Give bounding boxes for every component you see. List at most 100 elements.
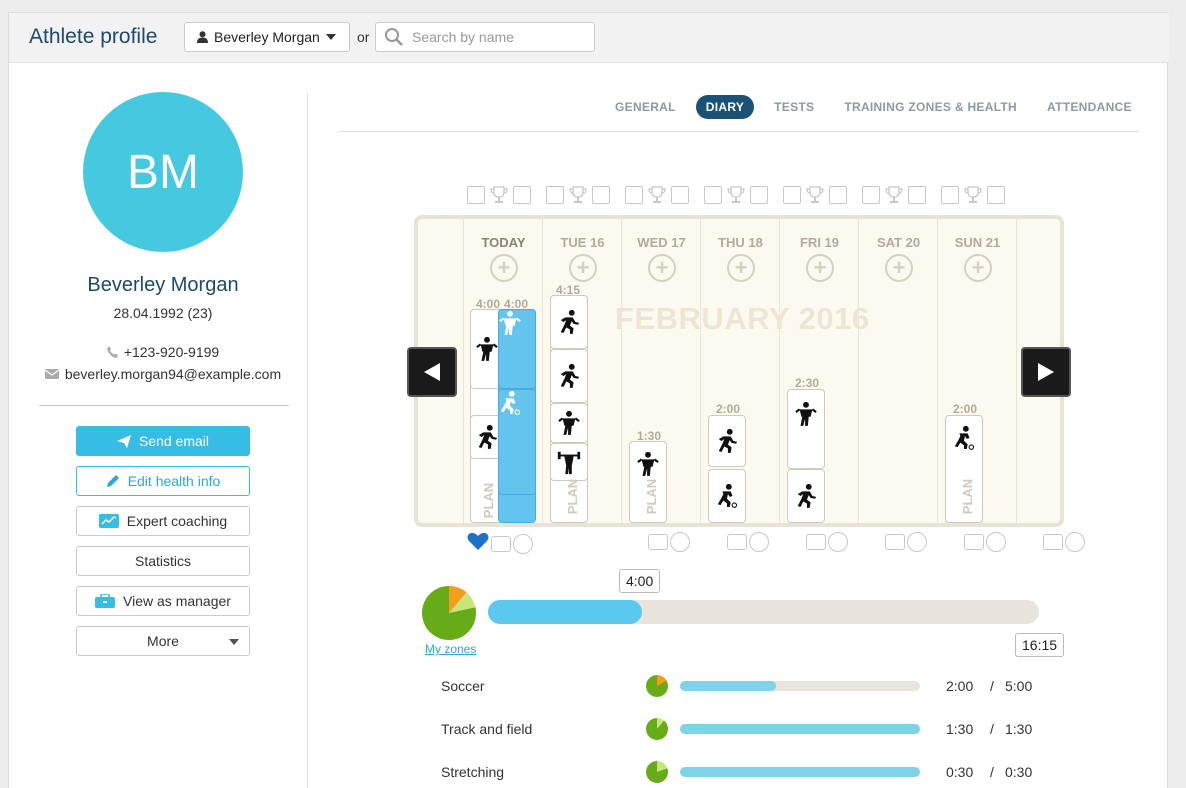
search-input[interactable] [412,29,582,45]
view-as-manager-label: View as manager [123,593,231,609]
trophy-icon[interactable] [963,186,983,204]
day-status-icons [546,186,610,204]
sport-name: Track and field [441,721,533,737]
email-address[interactable]: beverley.morgan94@example.com [65,366,281,382]
app-frame: Athlete profile Beverley Morgan or BM Be… [8,12,1169,788]
calendar-icon[interactable] [862,186,880,204]
checkbox-icon[interactable] [671,186,689,204]
heart-icon[interactable] [467,532,489,555]
day-feedback [727,532,769,552]
checkbox-icon[interactable] [513,186,531,204]
trophy-icon[interactable] [647,186,667,204]
plus-icon[interactable]: + [569,254,597,282]
phone-number: +123-920-9199 [123,344,220,360]
day-label: SAT 20 [876,235,921,250]
activity-card[interactable] [787,469,825,523]
comment-icon[interactable] [806,534,826,550]
plus-icon[interactable]: + [648,254,676,282]
sidebar-divider [307,93,308,788]
comment-icon[interactable] [727,534,747,550]
email-row: beverley.morgan94@example.com [9,366,317,382]
plus-icon[interactable]: + [490,254,518,282]
comment-icon[interactable] [1043,534,1063,550]
duration-label: 2:00 [716,402,741,416]
phone-icon [106,346,118,358]
checkbox-icon[interactable] [908,186,926,204]
rating-circle-icon[interactable] [670,532,690,552]
weightlifting-icon [557,451,581,475]
page-title: Athlete profile [29,25,158,48]
comment-icon[interactable] [491,535,511,552]
rating-circle-icon[interactable] [828,532,848,552]
day-status-icons [941,186,1005,204]
activity-card[interactable] [708,469,746,523]
trophy-icon[interactable] [726,186,746,204]
trophy-icon[interactable] [884,186,904,204]
plus-icon[interactable]: + [727,254,755,282]
send-email-button[interactable]: Send email [76,426,250,456]
sport-separator: / [990,764,994,780]
or-label: or [357,29,370,45]
tab-tests[interactable]: TESTS [764,95,824,119]
tab-general[interactable]: GENERAL [605,95,686,119]
athlete-select[interactable]: Beverley Morgan [184,22,350,52]
tab-attendance[interactable]: ATTENDANCE [1037,95,1142,119]
completed-card[interactable] [498,309,536,389]
activity-card[interactable] [550,295,588,349]
tab-diary[interactable]: DIARY [695,95,755,119]
rating-circle-icon[interactable] [749,532,769,552]
trophy-icon[interactable] [489,186,509,204]
checkbox-icon[interactable] [592,186,610,204]
sport-row-soccer: Soccer 2:00 / 5:00 [441,675,1041,699]
edit-health-button[interactable]: Edit health info [76,466,250,496]
checkbox-icon[interactable] [829,186,847,204]
rating-circle-icon[interactable] [1065,532,1085,552]
strength-icon [476,336,498,361]
view-as-manager-button[interactable]: View as manager [76,586,250,616]
search-box[interactable] [375,22,595,52]
runner-icon [718,428,738,453]
checkbox-icon[interactable] [750,186,768,204]
calendar-icon[interactable] [625,186,643,204]
plus-icon[interactable]: + [885,254,913,282]
more-dropdown[interactable]: More [76,626,250,656]
briefcase-icon [95,594,116,608]
plus-icon[interactable]: + [964,254,992,282]
trophy-icon[interactable] [568,186,588,204]
day-label: TUE 16 [560,235,605,250]
rating-circle-icon[interactable] [907,532,927,552]
tab-training-zones[interactable]: TRAINING ZONES & HEALTH [834,95,1027,119]
zones-pie-chart[interactable] [422,586,476,640]
activity-card[interactable] [550,349,588,403]
expert-coaching-button[interactable]: Expert coaching [76,506,250,536]
previous-week-button[interactable] [407,347,457,397]
comment-icon[interactable] [648,534,668,550]
sport-total-time: 0:30 [1005,764,1033,780]
sport-total-time: 1:30 [1005,721,1033,737]
checkbox-icon[interactable] [987,186,1005,204]
comment-icon[interactable] [885,534,905,550]
calendar-icon[interactable] [467,186,485,204]
completed-card[interactable] [498,389,536,495]
day-feedback [1043,532,1085,552]
trophy-icon[interactable] [805,186,825,204]
sport-progress [680,724,920,734]
plus-icon[interactable]: + [806,254,834,282]
my-zones-link[interactable]: My zones [425,642,476,656]
calendar-icon[interactable] [783,186,801,204]
comment-icon[interactable] [964,534,984,550]
activity-card[interactable] [550,403,588,443]
statistics-button[interactable]: Statistics [76,546,250,576]
calendar-icon[interactable] [941,186,959,204]
activity-card[interactable] [708,415,746,467]
calendar-icon[interactable] [704,186,722,204]
runner-icon [560,309,580,334]
activity-card[interactable] [787,389,825,469]
next-week-button[interactable] [1021,347,1071,397]
rating-circle-icon[interactable] [513,533,533,554]
sport-separator: / [990,721,994,737]
calendar-icon[interactable] [546,186,564,204]
strength-icon [637,451,659,476]
rating-circle-icon[interactable] [986,532,1006,552]
activity-card[interactable] [550,443,588,481]
